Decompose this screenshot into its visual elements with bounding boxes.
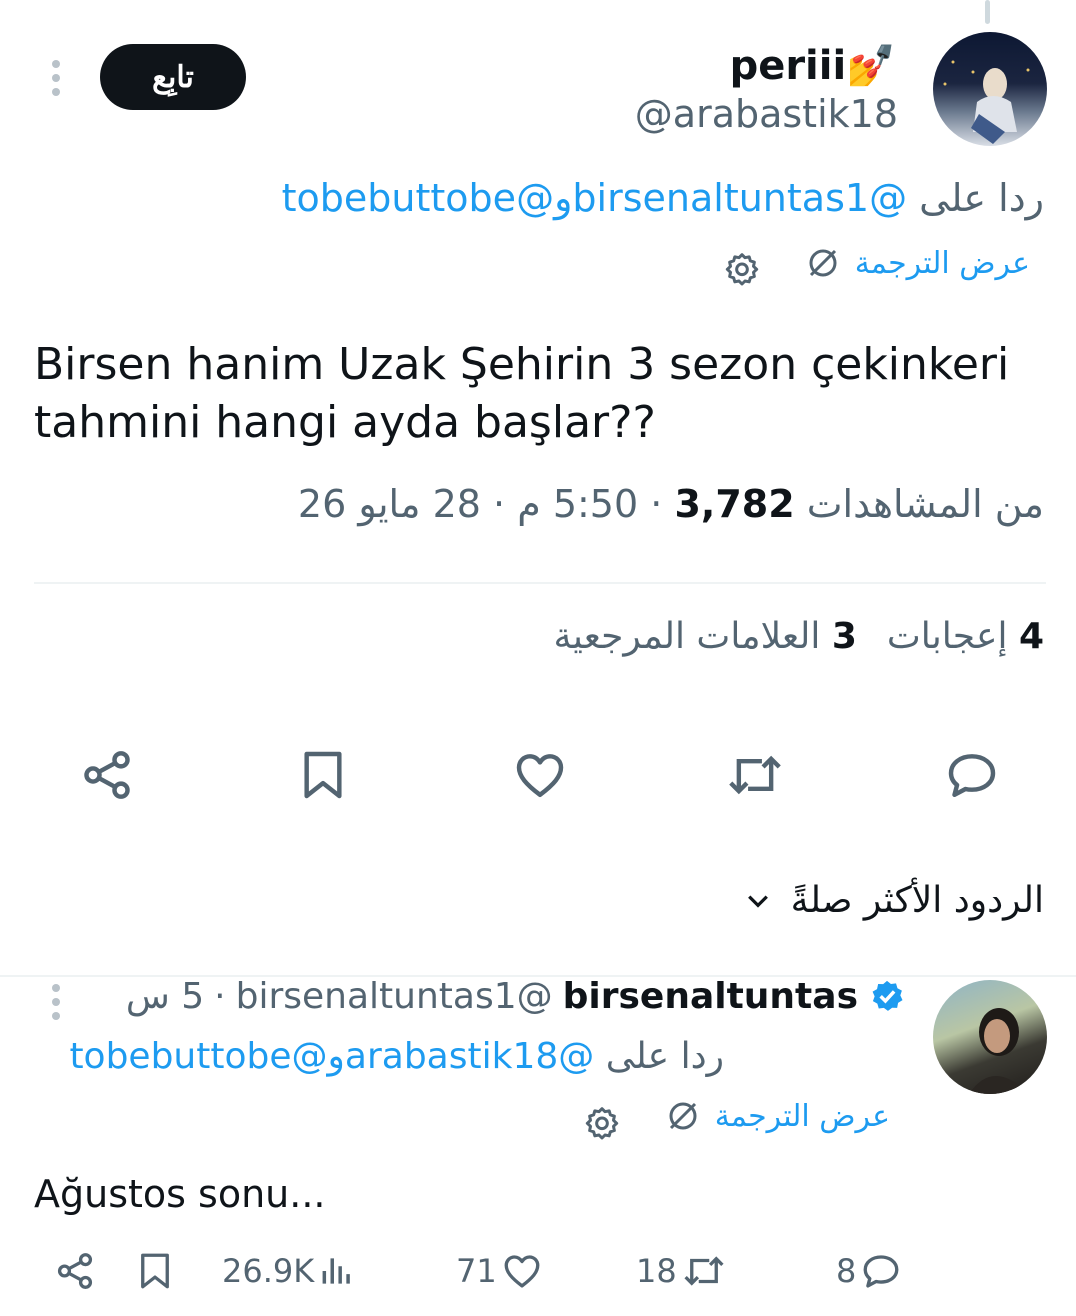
translate-icon	[809, 249, 837, 277]
like-icon[interactable]	[505, 740, 575, 810]
mention-link[interactable]: @arabastik18	[345, 1036, 594, 1077]
follow-button[interactable]: تابِع	[100, 44, 246, 110]
replying-to: ردا على @birsenaltuntas1و@tobebuttobe	[281, 176, 1044, 220]
show-translation[interactable]: عرض الترجمة	[805, 245, 1030, 281]
views-count: 3,782	[674, 482, 795, 526]
reply-retweets-count: 18	[636, 1252, 677, 1290]
thread-line	[985, 0, 990, 24]
share-icon[interactable]	[72, 740, 142, 810]
tweet-text: Birsen hanim Uzak Şehirin 3 sezon çekink…	[34, 339, 1010, 448]
reply-icon	[863, 1255, 899, 1288]
tweet-time[interactable]: 5:50 م	[517, 482, 638, 526]
bookmarks-stat[interactable]: 3 العلامات المرجعية	[554, 616, 857, 657]
mention-link[interactable]: @tobebuttobe	[69, 1036, 327, 1077]
divider	[34, 582, 1046, 584]
reply-replies-count: 8	[836, 1252, 857, 1290]
retweet-icon	[684, 1256, 724, 1286]
author-avatar[interactable]	[933, 32, 1047, 146]
mention-link[interactable]: @birsenaltuntas1	[572, 176, 907, 220]
bookmark-icon[interactable]	[288, 740, 358, 810]
translate-label: عرض الترجمة	[854, 245, 1030, 281]
engagement-stats: 4 إعجابات 3 العلامات المرجعية	[554, 616, 1044, 657]
reply-reply[interactable]: 8	[836, 1246, 902, 1296]
like-icon	[504, 1255, 540, 1288]
reply-share-icon[interactable]	[54, 1246, 96, 1296]
translate-label: عرض الترجمة	[714, 1098, 890, 1134]
translate-icon	[669, 1102, 697, 1130]
chevron-down-icon	[747, 894, 768, 908]
author-handle[interactable]: @arabastik18	[635, 92, 898, 136]
reply-likes-count: 71	[456, 1252, 497, 1290]
reply-views-count: 26.9K	[222, 1252, 315, 1290]
reply-text: Ağustos sonu...	[34, 1172, 326, 1216]
reply-display-name[interactable]: birsenaltuntas	[563, 976, 858, 1017]
avatar-photo	[969, 1008, 1029, 1094]
tweet-meta: من المشاهدات 3,782 · 5:50 م · 28 مايو 26	[297, 482, 1044, 526]
reply-views[interactable]: 26.9K	[222, 1246, 356, 1296]
nail-polish-emoji: 💅	[846, 43, 896, 89]
sort-label: الردود الأكثر صلةً	[790, 880, 1044, 921]
mention-link[interactable]: @tobebuttobe	[282, 176, 554, 220]
gear-icon[interactable]	[582, 1104, 622, 1144]
reply-header: birsenaltuntas @birsenaltuntas1 · 5 س	[126, 976, 906, 1017]
more-icon[interactable]	[40, 980, 72, 1024]
retweet-icon[interactable]	[720, 740, 790, 810]
tweet-date[interactable]: 28 مايو 26	[298, 482, 481, 526]
likes-stat[interactable]: 4 إعجابات	[887, 616, 1044, 657]
replies-sort-dropdown[interactable]: الردود الأكثر صلةً	[743, 880, 1044, 921]
reply-bookmark-icon[interactable]	[134, 1246, 176, 1296]
reply-like[interactable]: 71	[456, 1246, 543, 1296]
reply-age[interactable]: 5 س	[126, 976, 204, 1017]
reply-retweet[interactable]: 18	[636, 1246, 727, 1296]
reply-show-translation[interactable]: عرض الترجمة	[665, 1098, 890, 1134]
verified-icon	[872, 980, 903, 1011]
gear-icon[interactable]	[722, 250, 762, 290]
reply-author-avatar[interactable]	[933, 980, 1047, 1094]
avatar-photo	[943, 60, 1030, 144]
views-icon	[322, 1258, 351, 1284]
author-display-name[interactable]: periii💅	[730, 42, 896, 89]
more-icon[interactable]	[40, 56, 72, 100]
reply-icon[interactable]	[937, 740, 1007, 810]
reply-handle[interactable]: @birsenaltuntas1	[236, 976, 553, 1017]
reply-replying-to: ردا على @arabastik18و@tobebuttobe	[69, 1036, 724, 1077]
